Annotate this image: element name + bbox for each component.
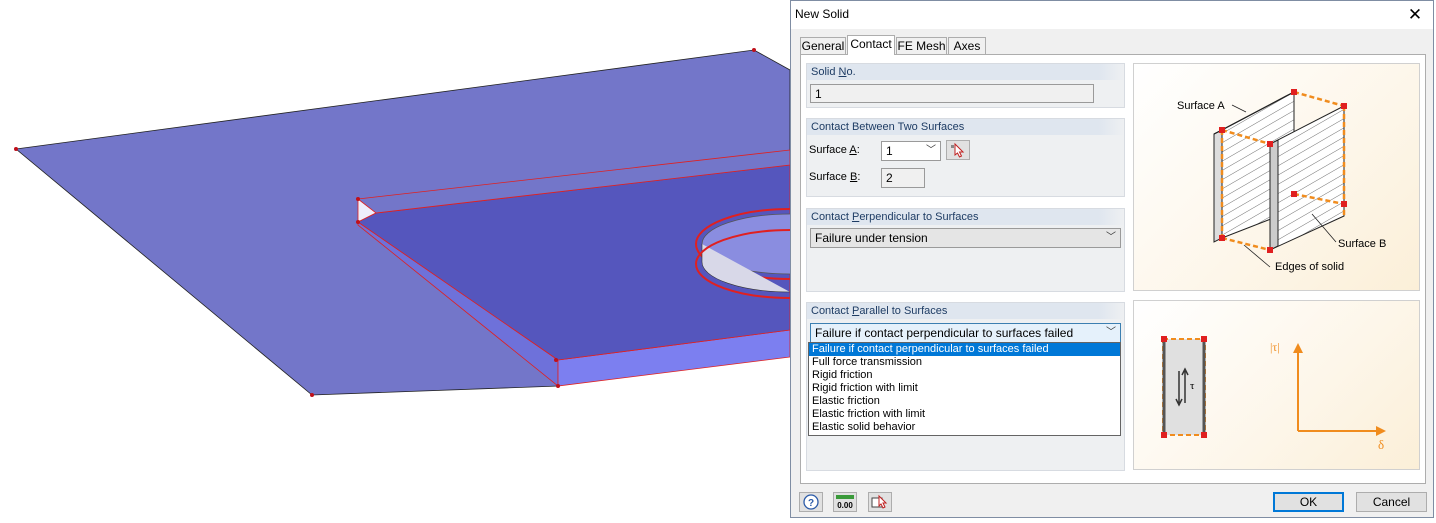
model-viewport[interactable]: [0, 0, 885, 520]
help-icon: ?: [803, 494, 819, 510]
tab-fe-mesh[interactable]: FE Mesh: [896, 37, 947, 54]
pick-in-view-button[interactable]: [868, 492, 892, 512]
dropdown-option[interactable]: Rigid friction with limit: [809, 382, 1120, 395]
contact-between-group: Contact Between Two Surfaces Surface A: …: [806, 118, 1125, 197]
decimal-places-button[interactable]: 0.00: [833, 492, 857, 512]
friction-diagram: τ |τ| δ: [1161, 336, 1386, 452]
edges-callout: Edges of solid: [1275, 261, 1344, 273]
surface-b-label: Surface B:: [809, 171, 861, 183]
tau-axis-label: |τ|: [1270, 340, 1280, 354]
delta-axis-label: δ: [1378, 437, 1384, 452]
solid-no-group: Solid No. 1: [806, 63, 1125, 108]
chevron-down-icon: ﹀: [1106, 327, 1116, 338]
solid-no-label: Solid No.: [807, 64, 1124, 80]
chevron-down-icon: ﹀: [1106, 232, 1116, 243]
chevron-down-icon: ﹀: [926, 145, 936, 156]
tab-axes[interactable]: Axes: [948, 37, 986, 54]
dialog-title: New Solid: [795, 7, 850, 21]
contact-perpendicular-value: Failure under tension: [815, 231, 928, 245]
solid-no-field: 1: [810, 84, 1094, 103]
contact-perpendicular-group: Contact Perpendicular to Surfaces Failur…: [806, 208, 1125, 292]
surface-b-callout: Surface B: [1338, 238, 1386, 250]
contact-parallel-value: Failure if contact perpendicular to surf…: [815, 326, 1074, 340]
contact-parallel-select[interactable]: Failure if contact perpendicular to surf…: [810, 323, 1121, 343]
dropdown-option[interactable]: Elastic friction: [809, 395, 1120, 408]
tau-label: τ: [1190, 380, 1195, 392]
friction-illustration: τ |τ| δ: [1133, 300, 1420, 470]
cancel-button[interactable]: Cancel: [1356, 492, 1427, 512]
pick-arrow-icon: [951, 142, 965, 158]
title-bar: New Solid ✕: [791, 1, 1433, 29]
contact-parallel-dropdown-list: Failure if contact perpendicular to surf…: [808, 342, 1121, 436]
close-icon[interactable]: ✕: [1405, 5, 1425, 25]
contact-perpendicular-select[interactable]: Failure under tension ﹀: [810, 228, 1121, 248]
model-drawing: [14, 48, 885, 397]
tab-contact[interactable]: Contact: [847, 35, 895, 55]
dropdown-option[interactable]: Failure if contact perpendicular to surf…: [809, 343, 1120, 356]
contact-parallel-header: Contact Parallel to Surfaces: [807, 303, 1124, 319]
pick-surface-button[interactable]: [946, 140, 970, 160]
help-button[interactable]: ?: [799, 492, 823, 512]
ok-button[interactable]: OK: [1273, 492, 1344, 512]
tab-general[interactable]: General: [800, 37, 846, 54]
surface-b-field: 2: [881, 168, 925, 188]
select-cursor-icon: [871, 494, 888, 509]
contact-between-header: Contact Between Two Surfaces: [807, 119, 1124, 135]
number-format-icon: 0.00: [836, 495, 854, 510]
dropdown-option[interactable]: Elastic solid behavior: [809, 421, 1120, 434]
dropdown-option[interactable]: Elastic friction with limit: [809, 408, 1120, 421]
solid-surfaces-diagram: Surface A Surface B Edges of solid: [1177, 89, 1386, 273]
zero-value-text: 0.00: [837, 501, 853, 510]
contact-solid-illustration: Surface A Surface B Edges of solid: [1133, 63, 1420, 291]
surface-a-select[interactable]: 1 ﹀: [881, 141, 941, 161]
surface-a-label: Surface A:: [809, 144, 860, 156]
dropdown-option[interactable]: Rigid friction: [809, 369, 1120, 382]
dropdown-option[interactable]: Full force transmission: [809, 356, 1120, 369]
surface-a-value: 1: [886, 144, 893, 158]
svg-text:?: ?: [808, 498, 814, 509]
contact-perpendicular-header: Contact Perpendicular to Surfaces: [807, 209, 1124, 225]
surface-a-callout: Surface A: [1177, 100, 1225, 112]
